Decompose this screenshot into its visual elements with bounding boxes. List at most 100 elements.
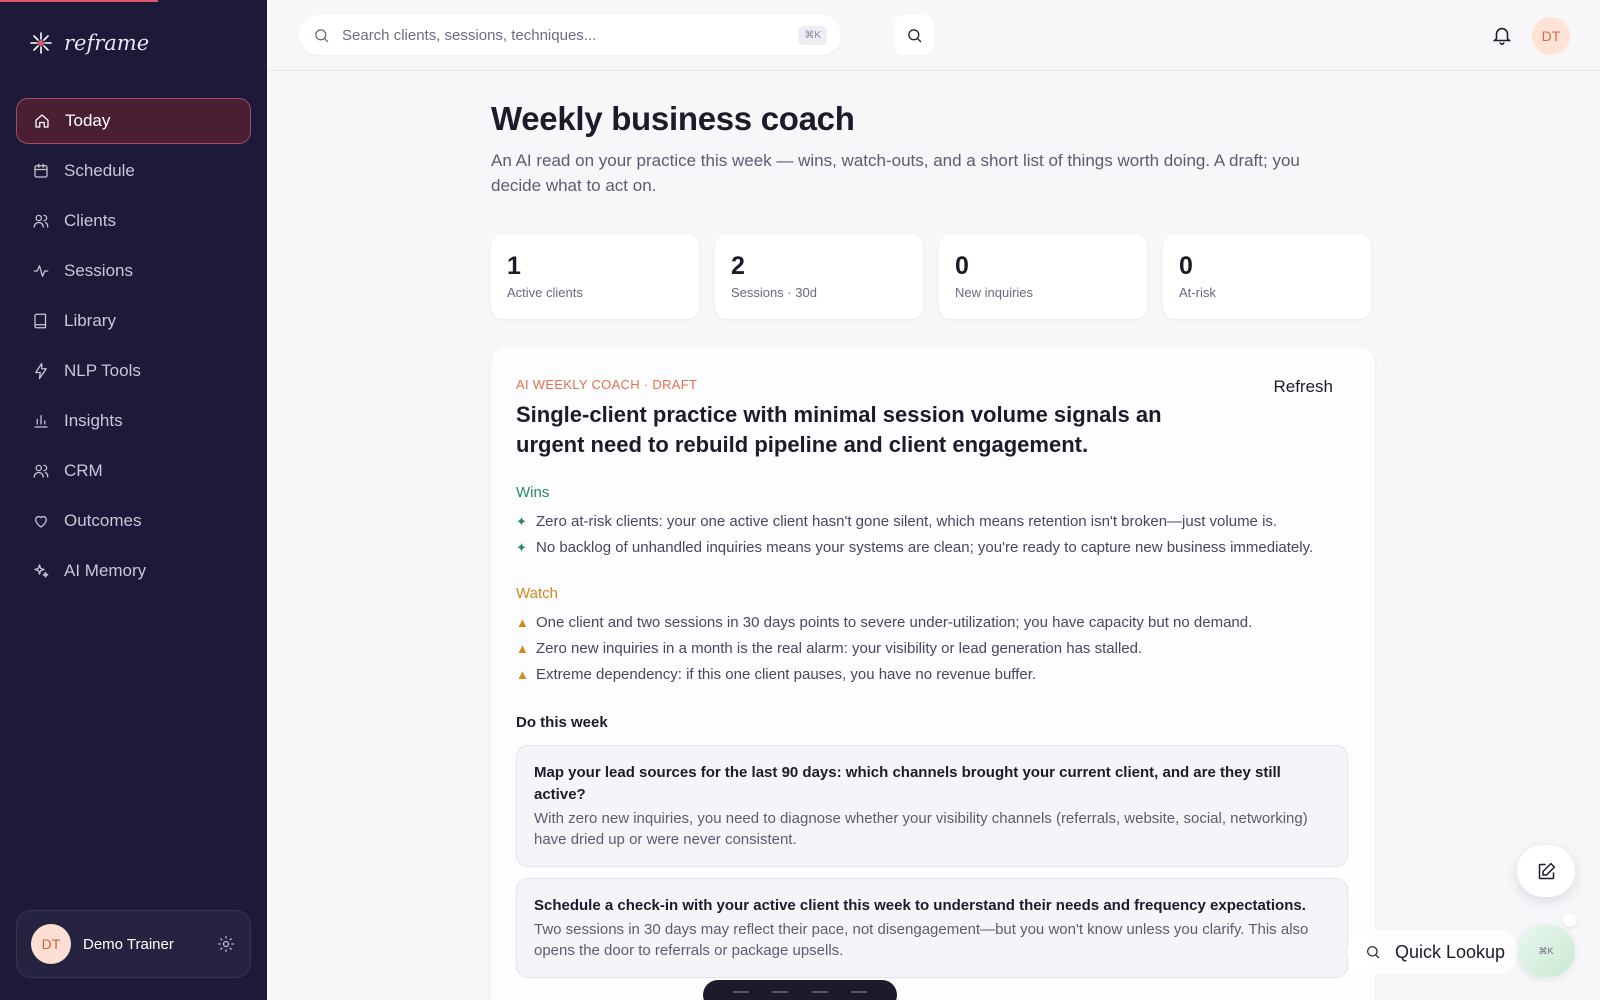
sidebar-item-label: Schedule	[64, 161, 135, 180]
stat-label: At-risk	[1179, 285, 1216, 300]
sidebar-item-label: Library	[64, 311, 116, 330]
list-item: ▲ One client and two sessions in 30 days…	[516, 610, 1350, 636]
user-card[interactable]: DT Demo Trainer	[16, 910, 251, 978]
page-subtitle: An AI read on your practice this week — …	[491, 151, 1300, 195]
main-content: Weekly business coach An AI read on your…	[491, 100, 1376, 1000]
watch-text: One client and two sessions in 30 days p…	[536, 614, 1253, 631]
toolbar-item[interactable]	[732, 991, 749, 999]
wins-title: Wins	[516, 484, 550, 501]
stat-label: New inquiries	[955, 285, 1034, 300]
refresh-button[interactable]: Refresh	[1273, 377, 1333, 397]
toolbar-item[interactable]	[772, 991, 789, 999]
sidebar-item-sessions[interactable]: Sessions	[16, 248, 251, 294]
sidebar-item-label: AI Memory	[64, 561, 147, 580]
heart-icon	[35, 515, 47, 528]
win-text: Zero at-risk clients: your one active cl…	[536, 513, 1278, 530]
sidebar-item-insights[interactable]: Insights	[16, 398, 251, 444]
sidebar-item-ai-memory[interactable]: AI Memory	[16, 548, 251, 594]
task-title: Map your lead sources for the last 90 da…	[534, 764, 1281, 803]
coach-headline: Single-client practice with minimal sess…	[516, 402, 1162, 457]
search-button[interactable]	[894, 15, 934, 55]
warning-icon: ▲	[516, 641, 529, 656]
stat-card-at-risk[interactable]: 0 At-risk	[1163, 234, 1371, 319]
stats-row: 1 Active clients 2 Sessions · 30d 0 New …	[491, 234, 1371, 319]
coach-eyebrow: AI WEEKLY COACH · DRAFT	[516, 377, 698, 392]
shortcut-badge: ⌘K	[1538, 945, 1554, 956]
bottom-toolbar[interactable]	[703, 980, 897, 1000]
sparkle-icon: ✦	[516, 514, 527, 529]
search-icon	[315, 28, 329, 42]
watch-title: Watch	[516, 585, 558, 602]
stat-card-sessions[interactable]: 2 Sessions · 30d	[715, 234, 923, 319]
stat-label: Active clients	[507, 285, 583, 300]
sidebar-item-label: Outcomes	[64, 511, 142, 530]
book-icon	[34, 313, 47, 329]
activity-icon	[33, 265, 49, 277]
edit-icon	[1538, 862, 1555, 879]
quick-lookup-fab[interactable]: ⌘K	[1517, 925, 1575, 977]
sparkles-icon	[34, 564, 49, 578]
lightning-icon	[35, 362, 47, 380]
bell-icon	[1492, 27, 1512, 45]
shortcut-badge: ⌘K	[798, 25, 827, 45]
stat-card-new-inquiries[interactable]: 0 New inquiries	[939, 234, 1147, 319]
avatar[interactable]: DT	[1532, 17, 1570, 55]
search-input[interactable]	[342, 26, 787, 44]
top-accent-bar	[0, 0, 158, 2]
task-description: With zero new inquiries, you need to dia…	[534, 810, 1308, 848]
sidebar-item-label: NLP Tools	[64, 361, 141, 380]
task-card[interactable]: Schedule a check-in with your active cli…	[516, 878, 1348, 978]
quick-lookup-button[interactable]: Quick Lookup	[1347, 930, 1520, 974]
watch-list: ▲ One client and two sessions in 30 days…	[516, 610, 1350, 688]
task-title: Schedule a check-in with your active cli…	[534, 897, 1306, 914]
gear-icon[interactable]	[216, 934, 236, 954]
list-item: ✦ No backlog of unhandled inquiries mean…	[516, 535, 1350, 561]
sidebar-item-schedule[interactable]: Schedule	[16, 148, 251, 194]
notifications-button[interactable]	[1489, 22, 1515, 48]
warning-icon: ▲	[516, 615, 529, 630]
stat-card-active-clients[interactable]: 1 Active clients	[491, 234, 699, 319]
brand[interactable]: reframe	[28, 30, 149, 56]
user-name: Demo Trainer	[83, 935, 174, 953]
calendar-icon	[34, 163, 48, 178]
stat-value: 0	[1179, 252, 1193, 280]
sidebar-item-crm[interactable]: CRM	[16, 448, 251, 494]
sidebar-item-today[interactable]: Today	[16, 98, 251, 144]
page-title: Weekly business coach	[491, 100, 855, 137]
sidebar: reframe Today Schedule Clients Sessions …	[0, 0, 267, 1000]
task-list: Map your lead sources for the last 90 da…	[516, 745, 1350, 978]
sidebar-item-outcomes[interactable]: Outcomes	[16, 498, 251, 544]
sidebar-item-label: Insights	[64, 411, 123, 430]
toolbar-item[interactable]	[851, 991, 868, 999]
search-icon	[1367, 946, 1380, 959]
users-icon	[33, 464, 49, 478]
stat-value: 1	[507, 252, 521, 280]
task-description: Two sessions in 30 days may reflect thei…	[534, 921, 1309, 959]
topbar: ⌘K DT	[267, 0, 1600, 71]
compose-button[interactable]	[1517, 845, 1575, 897]
stat-value: 2	[731, 252, 745, 280]
coach-card: AI WEEKLY COACH · DRAFT Refresh Single-c…	[491, 347, 1375, 1000]
search-bar[interactable]: ⌘K	[299, 15, 841, 55]
sidebar-item-clients[interactable]: Clients	[16, 198, 251, 244]
quick-lookup-label: Quick Lookup	[1395, 941, 1506, 962]
avatar: DT	[31, 924, 71, 964]
users-icon	[33, 214, 49, 228]
sidebar-item-label: Sessions	[64, 261, 133, 280]
sparkle-icon: ✦	[516, 540, 527, 555]
wins-list: ✦ Zero at-risk clients: your one active …	[516, 509, 1350, 561]
list-item: ▲ Zero new inquiries in a month is the r…	[516, 636, 1350, 662]
sidebar-item-nlp-tools[interactable]: NLP Tools	[16, 348, 251, 394]
warning-icon: ▲	[516, 667, 529, 682]
sidebar-item-library[interactable]: Library	[16, 298, 251, 344]
watch-text: Extreme dependency: if this one client p…	[536, 666, 1037, 683]
search-icon	[907, 28, 921, 42]
win-text: No backlog of unhandled inquiries means …	[536, 539, 1314, 556]
home-icon	[35, 114, 49, 128]
toolbar-item[interactable]	[811, 991, 828, 999]
list-item: ▲ Extreme dependency: if this one client…	[516, 662, 1350, 688]
bar-chart-icon	[34, 415, 48, 428]
task-card[interactable]: Map your lead sources for the last 90 da…	[516, 745, 1348, 867]
sidebar-item-label: CRM	[64, 461, 103, 480]
list-item: ✦ Zero at-risk clients: your one active …	[516, 509, 1350, 535]
